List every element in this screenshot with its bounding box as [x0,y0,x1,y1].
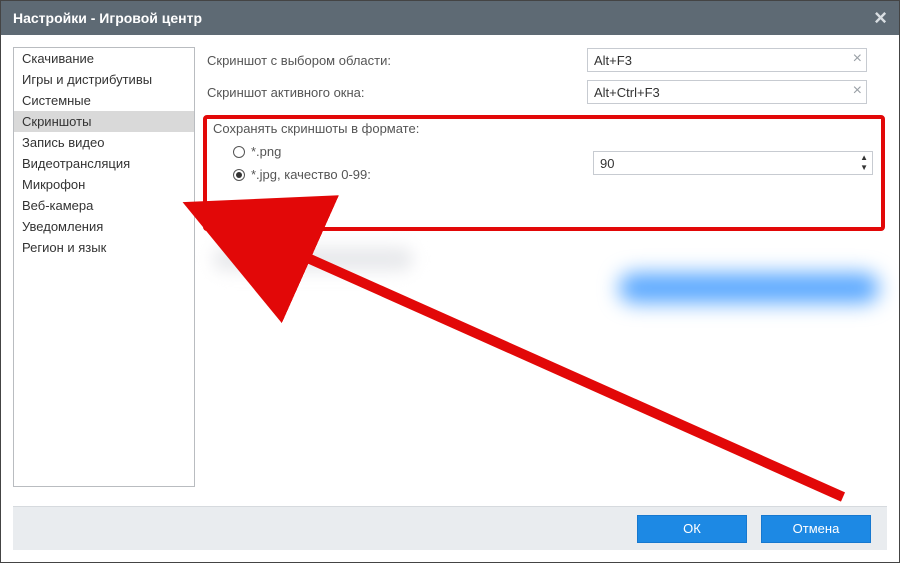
sidebar-item-games[interactable]: Игры и дистрибутивы [14,69,194,90]
format-section: Сохранять скриншоты в формате: *.png *.j… [213,121,883,182]
clear-icon[interactable]: × [853,51,862,67]
hotkey-area-input[interactable]: Alt+F3 × [587,48,867,72]
chevron-down-icon[interactable]: ▼ [860,164,868,172]
sidebar-item-screenshots[interactable]: Скриншоты [14,111,194,132]
main-area: Скачивание Игры и дистрибутивы Системные… [13,47,887,506]
sidebar-item-system[interactable]: Системные [14,90,194,111]
hotkey-window-row: Скриншот активного окна: Alt+Ctrl+F3 × [207,79,887,105]
hotkey-window-label: Скриншот активного окна: [207,85,587,100]
sidebar-item-video-record[interactable]: Запись видео [14,132,194,153]
window-title: Настройки - Игровой центр [13,10,202,26]
titlebar: Настройки - Игровой центр × [1,1,899,35]
settings-content: Скриншот с выбором области: Alt+F3 × Скр… [207,47,887,506]
ok-button[interactable]: ОК [637,515,747,543]
hotkey-area-value: Alt+F3 [594,53,632,68]
format-png-label: *.png [251,144,281,159]
dialog-footer: ОК Отмена [13,506,887,550]
cancel-button[interactable]: Отмена [761,515,871,543]
blurred-region [207,241,879,321]
hotkey-window-input[interactable]: Alt+Ctrl+F3 × [587,80,867,104]
window-body: Скачивание Игры и дистрибутивы Системные… [1,35,899,562]
jpg-quality-input[interactable]: 90 ▲ ▼ [593,151,873,175]
hotkey-window-value: Alt+Ctrl+F3 [594,85,660,100]
clear-icon[interactable]: × [853,83,862,99]
format-title: Сохранять скриншоты в формате: [213,121,883,136]
settings-window: Настройки - Игровой центр × Скачивание И… [0,0,900,563]
sidebar-item-microphone[interactable]: Микрофон [14,174,194,195]
chevron-up-icon[interactable]: ▲ [860,154,868,162]
settings-sidebar: Скачивание Игры и дистрибутивы Системные… [13,47,195,487]
sidebar-item-download[interactable]: Скачивание [14,48,194,69]
close-icon[interactable]: × [874,7,887,29]
spinner-arrows[interactable]: ▲ ▼ [860,154,868,172]
jpg-quality-value: 90 [600,156,614,171]
radio-png[interactable] [233,146,245,158]
format-jpg-label: *.jpg, качество 0-99: [251,167,371,182]
sidebar-item-notifications[interactable]: Уведомления [14,216,194,237]
sidebar-item-webcam[interactable]: Веб-камера [14,195,194,216]
hotkey-area-row: Скриншот с выбором области: Alt+F3 × [207,47,887,73]
radio-jpg[interactable] [233,169,245,181]
hotkey-area-label: Скриншот с выбором области: [207,53,587,68]
sidebar-item-region[interactable]: Регион и язык [14,237,194,258]
sidebar-item-video-stream[interactable]: Видеотрансляция [14,153,194,174]
